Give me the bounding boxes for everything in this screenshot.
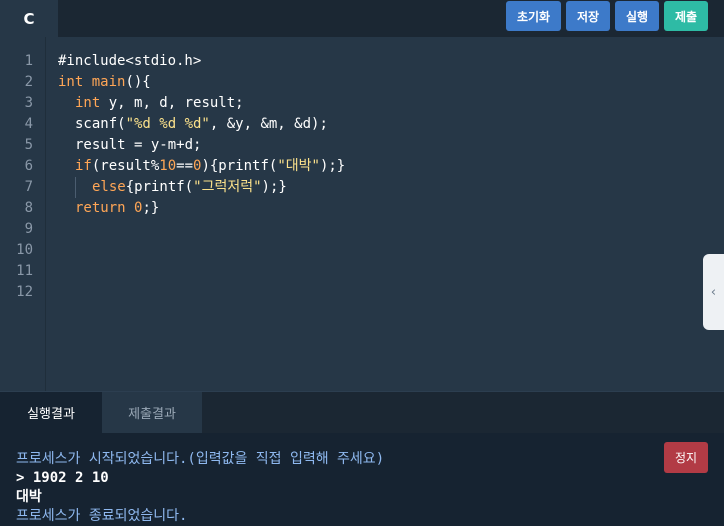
line-number: 2 xyxy=(24,74,33,90)
code-line-2: int main(){ xyxy=(58,72,151,93)
tab-submit-result[interactable]: 제출결과 xyxy=(102,392,203,433)
code-keyword: else xyxy=(92,179,126,195)
code-line-3: int y, m, d, result; xyxy=(75,93,244,114)
result-panel: 실행결과 제출결과 프로세스가 시작되었습니다.(입력값을 직접 입력해 주세요… xyxy=(0,391,724,526)
code-editor[interactable]: 1 2 3 4 5 6 7 8 9 10 11 12 #include<stdi… xyxy=(0,37,724,391)
code-line-7: else{printf("그럭저럭");} xyxy=(92,177,287,198)
code-text: scanf( xyxy=(75,116,126,132)
code-text: ;} xyxy=(142,200,160,216)
code-line-4: scanf("%d %d %d", &y, &m, &d); xyxy=(75,114,328,135)
console-process-start: 프로세스가 시작되었습니다.(입력값을 직접 입력해 주세요) xyxy=(16,451,385,467)
code-string: "대박" xyxy=(277,158,320,174)
code-function-name: main xyxy=(91,74,126,90)
code-string: "%d %d %d" xyxy=(125,116,210,132)
line-number-gutter: 1 2 3 4 5 6 7 8 9 10 11 12 xyxy=(0,37,46,391)
side-panel-toggle[interactable]: ‹ xyxy=(703,254,724,330)
line-number: 3 xyxy=(24,95,33,111)
language-tab[interactable]: C xyxy=(0,0,58,37)
line-number: 11 xyxy=(16,263,33,279)
code-keyword: int xyxy=(58,74,84,90)
stop-button[interactable]: 정지 xyxy=(664,442,708,473)
console-program-output: 대박 xyxy=(16,489,42,505)
line-number: 12 xyxy=(16,284,33,300)
submit-button[interactable]: 제출 xyxy=(664,1,708,31)
line-number: 4 xyxy=(24,116,33,132)
line-number: 1 xyxy=(24,53,33,69)
top-bar: C 초기화 저장 실행 제출 xyxy=(0,0,724,37)
code-line-1: #include<stdio.h> xyxy=(58,51,201,72)
code-text: == xyxy=(176,158,194,174)
code-line-8: return 0;} xyxy=(75,198,159,219)
console-user-input: > 1902 2 10 xyxy=(16,470,109,486)
result-tabs: 실행결과 제출결과 xyxy=(0,392,724,433)
save-button[interactable]: 저장 xyxy=(566,1,610,31)
code-number: 10 xyxy=(159,158,177,174)
line-number: 6 xyxy=(24,158,33,174)
code-text: );} xyxy=(261,179,287,195)
run-button[interactable]: 실행 xyxy=(615,1,659,31)
code-text: ){printf( xyxy=(201,158,278,174)
reset-button[interactable]: 초기화 xyxy=(506,1,561,31)
code-line-5: result = y-m+d; xyxy=(75,135,201,156)
code-text: );} xyxy=(319,158,346,174)
indent-guide xyxy=(75,177,76,198)
code-text: {printf( xyxy=(125,179,194,195)
line-number: 10 xyxy=(16,242,33,258)
code-keyword: return xyxy=(75,200,126,216)
code-keyword: int xyxy=(75,95,101,111)
code-text: #include<stdio.h> xyxy=(58,53,202,69)
line-number: 7 xyxy=(24,179,33,195)
code-text: y, m, d, result; xyxy=(100,95,244,111)
code-text: , &y, &m, &d); xyxy=(209,116,328,132)
code-text: (result% xyxy=(91,158,160,174)
tab-run-result[interactable]: 실행결과 xyxy=(0,392,102,433)
line-number: 9 xyxy=(24,221,33,237)
code-keyword: if xyxy=(75,158,92,174)
console-process-end: 프로세스가 종료되었습니다. xyxy=(16,508,188,524)
line-number: 5 xyxy=(24,137,33,153)
code-text: result = y-m+d; xyxy=(75,137,202,153)
code-line-6: if(result%10==0){printf("대박");} xyxy=(75,156,345,177)
code-text: (){ xyxy=(125,74,151,90)
line-number: 8 xyxy=(24,200,33,216)
code-string: "그럭저럭" xyxy=(193,179,262,195)
chevron-left-icon: ‹ xyxy=(709,284,718,300)
